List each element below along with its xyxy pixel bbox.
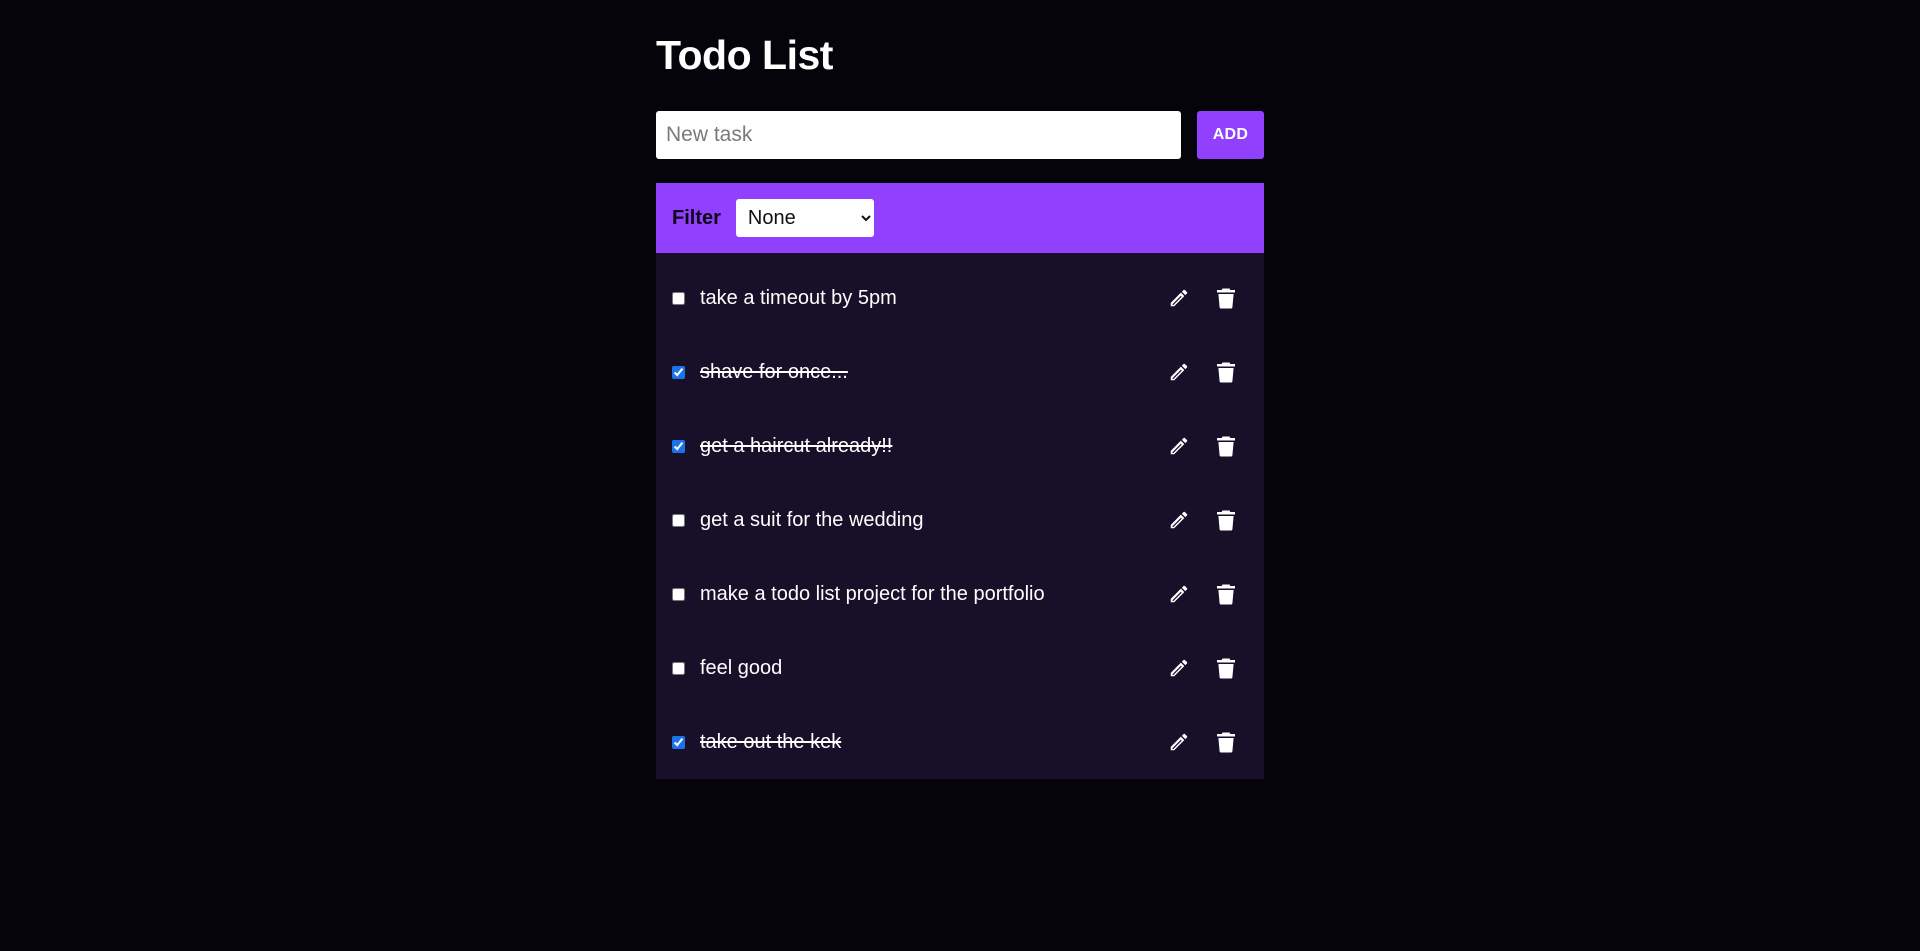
todo-text: take a timeout by 5pm	[700, 286, 897, 309]
pencil-icon[interactable]	[1166, 433, 1192, 459]
todo-checkbox[interactable]	[672, 513, 685, 527]
trash-icon[interactable]	[1213, 655, 1239, 681]
todo-checkbox[interactable]	[672, 439, 685, 453]
todo-item: shave for once...	[656, 335, 1264, 409]
todo-item: make a todo list project for the portfol…	[656, 557, 1264, 631]
trash-icon[interactable]	[1213, 507, 1239, 533]
todo-checkbox[interactable]	[672, 661, 685, 675]
todo-text: get a suit for the wedding	[700, 508, 924, 531]
add-button[interactable]: ADD	[1197, 111, 1264, 159]
trash-icon[interactable]	[1213, 433, 1239, 459]
trash-icon[interactable]	[1213, 359, 1239, 385]
new-task-input[interactable]	[656, 111, 1181, 159]
todo-text: shave for once...	[700, 360, 848, 383]
pencil-icon[interactable]	[1166, 359, 1192, 385]
add-task-form: ADD	[656, 111, 1264, 159]
todo-checkbox[interactable]	[672, 587, 685, 601]
filter-select[interactable]: None	[735, 199, 874, 237]
todo-app: Todo List ADD Filter None take a timeout…	[656, 30, 1264, 779]
page-title: Todo List	[656, 32, 833, 78]
trash-icon[interactable]	[1213, 729, 1239, 755]
todo-checkbox[interactable]	[672, 735, 685, 749]
todo-text: feel good	[700, 656, 783, 679]
todo-list: take a timeout by 5pm shave for once... …	[656, 253, 1264, 779]
pencil-icon[interactable]	[1166, 729, 1192, 755]
trash-icon[interactable]	[1213, 285, 1239, 311]
pencil-icon[interactable]	[1166, 655, 1192, 681]
todo-text: take out the kek	[700, 730, 842, 753]
todo-text: make a todo list project for the portfol…	[700, 582, 1045, 605]
todo-checkbox[interactable]	[672, 365, 685, 379]
pencil-icon[interactable]	[1166, 507, 1192, 533]
filter-label: Filter	[672, 206, 721, 229]
todo-item: feel good	[656, 631, 1264, 705]
pencil-icon[interactable]	[1166, 285, 1192, 311]
todo-item: take a timeout by 5pm	[656, 253, 1264, 335]
todo-item: get a haircut already!!	[656, 409, 1264, 483]
todo-item: get a suit for the wedding	[656, 483, 1264, 557]
todo-text: get a haircut already!!	[700, 434, 893, 457]
todo-item: take out the kek	[656, 705, 1264, 779]
filter-bar: Filter None	[656, 183, 1264, 253]
todo-checkbox[interactable]	[672, 291, 685, 305]
trash-icon[interactable]	[1213, 581, 1239, 607]
pencil-icon[interactable]	[1166, 581, 1192, 607]
